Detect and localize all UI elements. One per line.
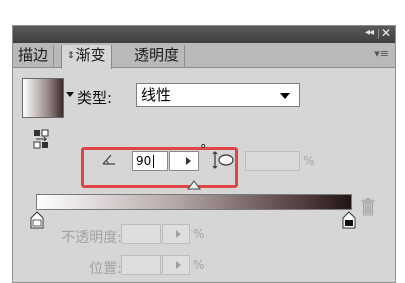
chevron-right-icon (176, 261, 181, 269)
aspect-percent-unit: % (303, 154, 315, 168)
tab-bar: 描边 ⇕渐变 透明度 ▾≡ (13, 43, 395, 69)
gradient-panel: ◂◂ ✕ 描边 ⇕渐变 透明度 ▾≡ 类型: 线性 90 ° % 不透明度: %… (12, 25, 396, 283)
panel-menu-icon[interactable]: ▾≡ (374, 47, 389, 60)
gradient-swatch[interactable] (22, 78, 64, 118)
opacity-input (121, 224, 161, 244)
tab-transparency-label: 透明度 (134, 46, 180, 64)
titlebar-divider (378, 29, 379, 39)
chevron-right-icon (186, 157, 191, 165)
angle-stepper[interactable] (169, 151, 199, 171)
color-stop-icon[interactable] (342, 211, 356, 229)
type-label: 类型: (77, 89, 113, 107)
degree-symbol: ° (200, 143, 207, 158)
text-caret (153, 155, 154, 168)
opacity-stepper (162, 224, 190, 244)
chevron-right-icon (176, 230, 181, 238)
close-icon[interactable]: ✕ (381, 26, 391, 40)
tab-gradient-label: 渐变 (75, 46, 106, 64)
location-label: 位置: (89, 261, 122, 277)
angle-value: 90 (136, 154, 152, 168)
tab-gradient[interactable]: ⇕渐变 (61, 45, 112, 69)
angle-icon (102, 154, 115, 165)
type-select-value: 线性 (141, 86, 172, 104)
location-stepper (162, 255, 190, 275)
type-select[interactable]: 线性 (136, 83, 300, 107)
chevron-down-icon (280, 93, 290, 99)
tab-transparency[interactable]: 透明度 (129, 45, 186, 68)
angle-input[interactable]: 90 (132, 151, 168, 171)
aspect-ratio-input[interactable] (245, 151, 300, 171)
location-percent-unit: % (193, 258, 205, 272)
aspect-ratio-icon (212, 151, 234, 169)
opacity-label: 不透明度: (61, 230, 122, 246)
opacity-percent-unit: % (193, 227, 205, 241)
trash-icon[interactable] (361, 198, 375, 216)
midpoint-marker-icon[interactable] (187, 180, 201, 190)
tab-stroke-label: 描边 (18, 46, 49, 64)
tab-stroke[interactable]: 描边 (13, 45, 55, 68)
gradient-slider-bar[interactable] (36, 194, 352, 210)
panel-titlebar: ◂◂ ✕ (13, 26, 395, 43)
location-input (121, 255, 161, 275)
collapse-icon[interactable]: ◂◂ (365, 27, 374, 38)
tab-options-icon: ⇕ (67, 51, 75, 61)
swatch-dropdown-icon[interactable] (66, 92, 74, 97)
reverse-gradient-icon[interactable] (33, 129, 49, 149)
